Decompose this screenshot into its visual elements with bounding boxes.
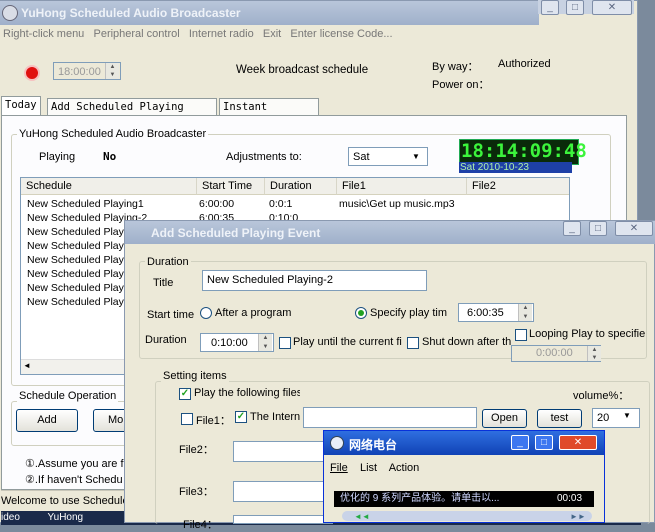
note-1: ①.Assume you are f bbox=[25, 458, 124, 470]
week-schedule-label: Week broadcast schedule bbox=[236, 64, 369, 76]
start-time-label: Start time bbox=[147, 309, 195, 321]
dialog-maximize-icon[interactable]: □ bbox=[589, 221, 607, 236]
specify-time-label: Specify play tim bbox=[370, 307, 448, 319]
play-until-checkbox[interactable] bbox=[279, 337, 291, 349]
menu-right-click[interactable]: Right-click menu bbox=[3, 28, 84, 40]
playing-label: Playing bbox=[39, 151, 76, 163]
radio-menu-list[interactable]: List bbox=[360, 462, 377, 474]
file1-checkbox[interactable] bbox=[181, 413, 193, 425]
play-until-label: Play until the current fi bbox=[293, 336, 402, 348]
open-button[interactable]: Open bbox=[482, 409, 527, 428]
close-icon[interactable]: ✕ bbox=[592, 0, 632, 15]
col-duration[interactable]: Duration bbox=[265, 178, 337, 195]
radio-close-icon[interactable]: ✕ bbox=[559, 435, 597, 450]
cell-schedule: New Scheduled Playing1 bbox=[27, 198, 144, 210]
file1-input[interactable] bbox=[303, 407, 477, 428]
volume-select[interactable]: 20 bbox=[592, 408, 640, 428]
after-program-label: After a program bbox=[215, 307, 292, 319]
cell-duration: 0:0:1 bbox=[269, 198, 293, 210]
by-way-label: By way： bbox=[432, 61, 479, 73]
col-start-time[interactable]: Start Time bbox=[197, 178, 265, 195]
power-on-label: Power on： bbox=[432, 79, 490, 91]
radio-minimize-icon[interactable]: _ bbox=[511, 435, 529, 450]
menu-exit[interactable]: Exit bbox=[263, 28, 281, 40]
tab-today[interactable]: Today bbox=[1, 96, 41, 116]
duration-group-title: Duration bbox=[145, 256, 191, 268]
menu-internet-radio[interactable]: Internet radio bbox=[189, 28, 254, 40]
dialog-minimize-icon[interactable]: _ bbox=[563, 221, 581, 236]
note-2: ②.If haven't Schedu bbox=[25, 474, 123, 486]
internet-checkbox[interactable]: ✓ bbox=[235, 411, 247, 423]
duration-spinner[interactable]: ▲ ▼ bbox=[258, 334, 272, 351]
cell-start: 6:00:00 bbox=[199, 198, 235, 210]
chevron-down-icon[interactable]: ▼ bbox=[409, 149, 423, 164]
col-file2[interactable]: File2 bbox=[467, 178, 569, 195]
file2-input[interactable] bbox=[233, 441, 333, 462]
radio-controls[interactable] bbox=[342, 511, 592, 521]
cell-file1: music\Get up music.mp3 bbox=[339, 198, 455, 210]
col-file1[interactable]: File1 bbox=[337, 178, 467, 195]
tab-add-scheduled[interactable]: Add Scheduled Playing Event bbox=[47, 98, 217, 129]
file2-label: File2： bbox=[179, 444, 214, 456]
table-row[interactable]: New Scheduled Playing1 6:00:00 0:0:1 music\… bbox=[21, 197, 569, 211]
time-spinner[interactable]: ▲ ▼ bbox=[105, 63, 119, 79]
main-menu: Right-click menu Peripheral control Inte… bbox=[3, 28, 393, 40]
start-time-spinner[interactable]: ▲ ▼ bbox=[518, 304, 532, 321]
play-following-checkbox[interactable]: ✓ bbox=[179, 388, 191, 400]
play-icon[interactable]: ◄◄ bbox=[354, 512, 370, 521]
loop-time-spinner[interactable]: ▲ ▼ bbox=[587, 346, 601, 361]
file4-label: File4： bbox=[183, 519, 218, 531]
dialog-title: Add Scheduled Playing Event bbox=[151, 226, 321, 240]
tab-instant-playing[interactable]: Instant Playing bbox=[219, 98, 319, 129]
radio-title: 网络电台 bbox=[349, 438, 398, 452]
test-button[interactable]: test bbox=[537, 409, 582, 428]
shut-down-label: Shut down after th bbox=[422, 336, 512, 348]
duration-label: Duration bbox=[145, 334, 187, 346]
file3-input[interactable] bbox=[233, 481, 333, 502]
internet-label: The Intern bbox=[250, 411, 301, 423]
radio-menu-file[interactable]: File bbox=[330, 462, 348, 474]
by-way-value: Authorized bbox=[498, 58, 551, 70]
title-input[interactable]: New Scheduled Playing-2 bbox=[202, 270, 427, 291]
col-schedule[interactable]: Schedule bbox=[21, 178, 197, 195]
menu-enter-license[interactable]: Enter license Code... bbox=[290, 28, 392, 40]
looping-label: Looping Play to specifie bbox=[529, 328, 646, 340]
maximize-icon[interactable]: □ bbox=[566, 0, 584, 15]
next-icon[interactable]: ►► bbox=[570, 512, 586, 521]
radio-menu: File List Action bbox=[330, 462, 419, 474]
menu-peripheral-control[interactable]: Peripheral control bbox=[93, 28, 179, 40]
radio-marquee: 优化的 9 系列产品体验。请单击以... bbox=[340, 493, 500, 504]
radio-time: 00:03 bbox=[557, 493, 583, 504]
adjust-label: Adjustments to: bbox=[226, 151, 302, 163]
ops-group-title: Schedule Operation bbox=[17, 390, 119, 402]
radio-icon bbox=[330, 436, 344, 450]
play-following-label: Play the following files bbox=[194, 387, 300, 399]
file1-label: File1： bbox=[196, 415, 231, 427]
volume-label: volume%： bbox=[573, 390, 630, 402]
shut-down-checkbox[interactable] bbox=[407, 337, 419, 349]
today-group-title: YuHong Scheduled Audio Broadcaster bbox=[17, 128, 209, 140]
radio-maximize-icon[interactable]: □ bbox=[535, 435, 553, 450]
clock-date: Sat 2010-10-23 bbox=[459, 162, 572, 173]
radio-menu-action[interactable]: Action bbox=[389, 462, 420, 474]
add-button[interactable]: Add bbox=[16, 409, 78, 432]
dialog-close-icon[interactable]: ✕ bbox=[615, 221, 653, 236]
minimize-icon[interactable]: _ bbox=[541, 0, 559, 15]
title-label: Title bbox=[153, 277, 174, 289]
looping-checkbox[interactable] bbox=[515, 329, 527, 341]
record-icon[interactable] bbox=[24, 65, 40, 81]
scroll-left-icon[interactable]: ◄ bbox=[23, 361, 31, 370]
file3-label: File3： bbox=[179, 486, 214, 498]
digital-clock-text: 18:14:09:48 bbox=[461, 140, 587, 162]
settings-group-title: Setting items bbox=[161, 370, 229, 382]
volume-chevron-down-icon[interactable]: ▼ bbox=[623, 411, 631, 420]
radio-after-program[interactable] bbox=[200, 307, 212, 319]
app-icon bbox=[2, 5, 18, 21]
radio-specify-time[interactable] bbox=[355, 307, 367, 319]
playing-value: No bbox=[103, 150, 117, 163]
radio-window: 网络电台 _ □ ✕ File List Action 优化的 9 系列产品体验… bbox=[323, 430, 605, 523]
main-title: YuHong Scheduled Audio Broadcaster bbox=[21, 6, 241, 20]
